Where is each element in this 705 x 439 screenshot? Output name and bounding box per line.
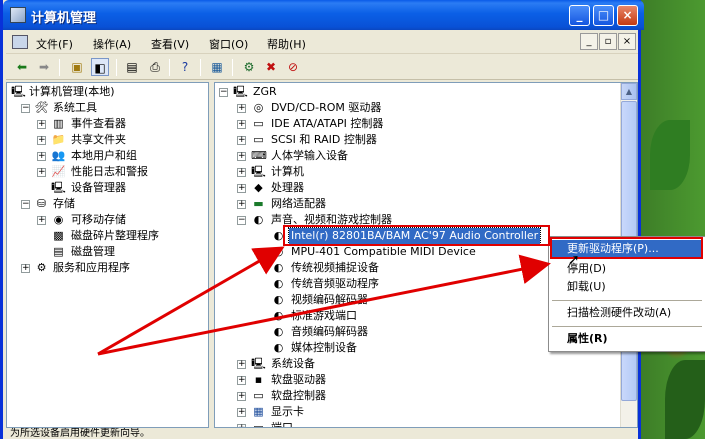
annotation-arrows [97,246,551,356]
arrow-to-device [97,246,285,356]
arrow-to-update-driver [97,254,551,356]
